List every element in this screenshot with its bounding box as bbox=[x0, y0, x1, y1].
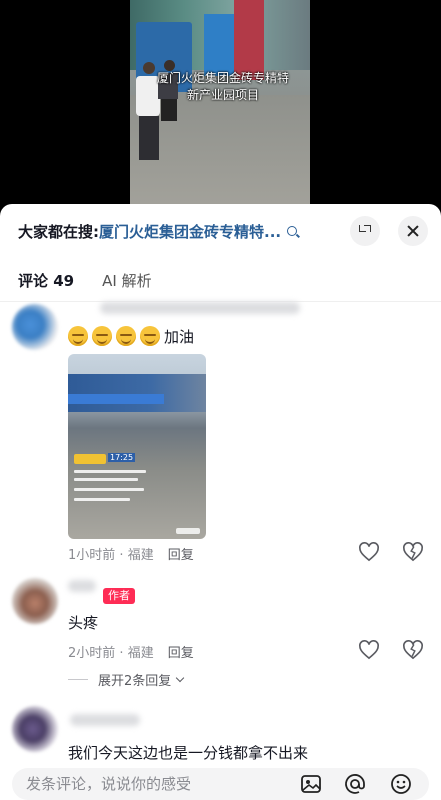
image-timestamp-stamp: 17:25 bbox=[74, 453, 154, 514]
image-stamp-line bbox=[74, 478, 138, 481]
comment-location: 福建 bbox=[127, 646, 154, 661]
dislike-icon[interactable] bbox=[402, 542, 424, 562]
mention-icon[interactable] bbox=[344, 773, 366, 795]
expand-button[interactable] bbox=[350, 216, 380, 246]
comment-time: 1小时前 bbox=[68, 548, 116, 563]
comment-meta: 1小时前 · 福建 回复 bbox=[68, 544, 194, 563]
comment-input-bar bbox=[0, 762, 441, 800]
expand-icon bbox=[359, 225, 371, 237]
emoji-icon bbox=[92, 326, 112, 346]
heart-icon[interactable] bbox=[358, 542, 380, 562]
image-watermark bbox=[176, 528, 200, 534]
reply-button[interactable]: 回复 bbox=[168, 642, 194, 661]
expand-replies-dash bbox=[68, 679, 88, 680]
comment-time: 2小时前 bbox=[68, 646, 116, 661]
video-caption-line1: 厦门火炬集团金砖专精特 bbox=[156, 71, 289, 85]
heart-icon[interactable] bbox=[358, 640, 380, 660]
image-stamp-line bbox=[74, 470, 146, 473]
emoji-icon bbox=[140, 326, 160, 346]
comment-body: 头疼 bbox=[68, 614, 99, 632]
avatar[interactable] bbox=[12, 706, 58, 752]
username[interactable] bbox=[70, 714, 140, 726]
search-icon[interactable] bbox=[287, 226, 298, 236]
tab-comments[interactable]: 评论 49 bbox=[18, 270, 74, 294]
image-stamp-line bbox=[74, 488, 144, 491]
chevron-down-icon bbox=[176, 673, 185, 682]
dislike-icon[interactable] bbox=[402, 640, 424, 660]
emoji-icon bbox=[116, 326, 136, 346]
comment-tabs: 评论 49 AI 解析 bbox=[18, 270, 152, 294]
search-query-link[interactable]: 厦门火炬集团金砖专精特... bbox=[99, 221, 281, 242]
close-button[interactable] bbox=[398, 216, 428, 246]
tab-ai-analysis[interactable]: AI 解析 bbox=[102, 270, 151, 294]
emoji-picker-icon[interactable] bbox=[390, 773, 412, 795]
close-icon bbox=[407, 225, 419, 237]
username[interactable] bbox=[100, 302, 300, 314]
image-icon[interactable] bbox=[300, 773, 322, 795]
reply-button[interactable]: 回复 bbox=[168, 544, 194, 563]
comment-text: 加油 bbox=[68, 326, 194, 347]
author-badge: 作者 bbox=[103, 588, 135, 604]
image-stamp-tag bbox=[74, 454, 106, 464]
image-stamp-time: 17:25 bbox=[108, 453, 136, 462]
username[interactable] bbox=[68, 580, 96, 592]
comment-location: 福建 bbox=[127, 548, 154, 563]
video-caption: 厦门火炬集团金砖专精特 新产业园项目 bbox=[148, 70, 298, 104]
comment-sheet: 大家都在搜: 厦门火炬集团金砖专精特... 评论 49 AI 解析 加油 17:… bbox=[0, 204, 441, 800]
avatar[interactable] bbox=[12, 304, 58, 350]
emoji-icon bbox=[68, 326, 88, 346]
image-building bbox=[68, 374, 206, 412]
search-prefix: 大家都在搜: bbox=[18, 222, 99, 241]
comment-image[interactable]: 17:25 bbox=[68, 354, 206, 539]
expand-replies-button[interactable]: 展开2条回复 bbox=[68, 670, 185, 689]
video-player[interactable]: 厦门火炬集团金砖专精特 新产业园项目 bbox=[0, 0, 441, 210]
search-suggestion[interactable]: 大家都在搜: 厦门火炬集团金砖专精特... bbox=[18, 220, 338, 242]
video-frame bbox=[130, 0, 310, 210]
comment-body: 加油 bbox=[164, 328, 195, 346]
video-banner bbox=[234, 0, 264, 80]
comment-input[interactable] bbox=[12, 768, 429, 800]
video-caption-line2: 新产业园项目 bbox=[186, 88, 259, 102]
image-banner bbox=[68, 394, 164, 404]
comment-meta: 2小时前 · 福建 回复 bbox=[68, 642, 194, 661]
expand-replies-label: 展开2条回复 bbox=[98, 674, 172, 689]
avatar[interactable] bbox=[12, 578, 58, 624]
image-stamp-line bbox=[74, 498, 130, 501]
comment-body: 我们今天这边也是一分钱都拿不出来 bbox=[68, 744, 309, 762]
